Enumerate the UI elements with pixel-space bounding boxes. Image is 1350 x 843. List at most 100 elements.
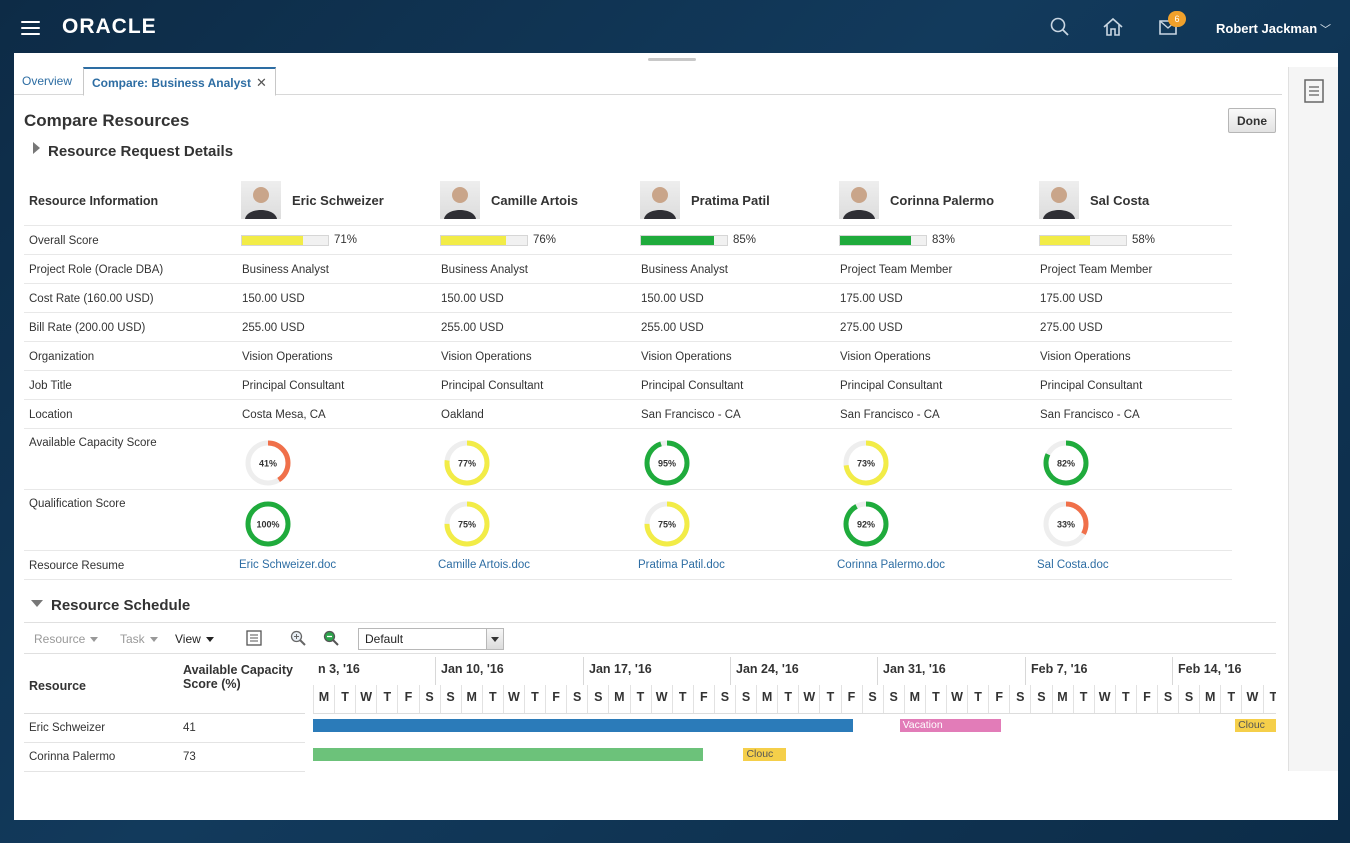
bill-value: 275.00 USD xyxy=(1040,322,1103,334)
collapse-icon xyxy=(31,600,43,607)
tab-compare-business-analyst[interactable]: Compare: Business Analyst ✕ xyxy=(83,67,276,96)
role-value: Business Analyst xyxy=(242,264,329,276)
close-icon[interactable]: ✕ xyxy=(256,75,267,90)
table-row[interactable]: Corinna Palermo 73 xyxy=(24,743,305,772)
day-label: S xyxy=(587,685,608,713)
resource-request-details-toggle[interactable]: Resource Request Details xyxy=(33,142,233,160)
day-label: W xyxy=(798,685,819,713)
avatar xyxy=(640,181,680,219)
gantt-bar[interactable] xyxy=(313,748,704,761)
cost-value: 150.00 USD xyxy=(441,293,504,305)
gantt-bar[interactable]: Clouc xyxy=(1235,719,1276,732)
search-icon[interactable] xyxy=(1049,16,1071,38)
resource-name: Sal Costa xyxy=(1090,193,1150,208)
day-label: M xyxy=(460,685,482,713)
resume-link[interactable]: Eric Schweizer.doc xyxy=(239,559,336,571)
schedule-toolbar: Resource Task View Default xyxy=(24,622,1276,654)
gantt-bar[interactable]: Clouc xyxy=(743,748,786,761)
done-button[interactable]: Done xyxy=(1228,108,1276,133)
zoom-in-icon[interactable] xyxy=(289,629,307,647)
job-value: Principal Consultant xyxy=(242,380,345,392)
task-menu[interactable]: Task xyxy=(120,632,158,646)
tab-label: Compare: Business Analyst xyxy=(92,76,251,90)
gantt-bar[interactable] xyxy=(313,719,854,732)
score-bar xyxy=(839,235,927,246)
menu-icon[interactable] xyxy=(21,21,40,35)
day-label: T xyxy=(376,685,397,713)
qualification-donut: 92% xyxy=(843,501,889,547)
gantt-chart: n 3, '16 Jan 10, '16 Jan 17, '16 Jan 24, '1… xyxy=(313,655,1276,773)
user-menu[interactable]: Robert Jackman xyxy=(1216,21,1317,36)
donut-percent: 75% xyxy=(458,520,476,530)
list-view-icon[interactable] xyxy=(245,629,263,647)
donut-percent: 100% xyxy=(256,520,279,530)
resume-link[interactable]: Sal Costa.doc xyxy=(1037,559,1109,571)
section-title: Resource Schedule xyxy=(51,597,191,614)
day-label: S xyxy=(439,685,461,713)
column-header-resource[interactable]: Resource xyxy=(29,679,86,693)
view-select[interactable]: Default xyxy=(358,628,504,650)
day-label: F xyxy=(397,685,418,713)
qualification-score-row: Qualification Score 100% 75% 75% 92% 33% xyxy=(24,490,1232,551)
table-row[interactable]: Eric Schweizer 41 xyxy=(24,714,305,743)
drag-handle[interactable] xyxy=(648,58,696,61)
resource-resume-row: Resource Resume Eric Schweizer.doc Camille… xyxy=(24,551,1232,580)
resource-header-row: Resource Information Eric Schweizer Camill… xyxy=(24,177,1232,226)
resume-link[interactable]: Corinna Palermo.doc xyxy=(837,559,945,571)
location-value: San Francisco - CA xyxy=(641,409,741,421)
resource-name: Camille Artois xyxy=(491,193,578,208)
day-label: F xyxy=(988,685,1009,713)
resource-menu[interactable]: Resource xyxy=(34,632,99,646)
week-label: Jan 31, '16 xyxy=(877,657,1025,685)
schedule-table-header: Resource Available Capacity Score (%) xyxy=(24,655,305,714)
tab-overview[interactable]: Overview xyxy=(14,67,80,96)
home-icon[interactable] xyxy=(1102,16,1124,38)
score-bar-fill xyxy=(641,236,715,245)
score-percent: 58% xyxy=(1132,234,1156,246)
section-title: Resource Request Details xyxy=(48,143,234,160)
oracle-logo: ORACLE xyxy=(62,15,157,38)
gantt-bar[interactable]: Vacation xyxy=(899,719,1001,732)
caret-down-icon xyxy=(149,637,158,642)
org-value: Vision Operations xyxy=(641,351,732,363)
cost-rate-row: Cost Rate (160.00 USD) 150.00 USD 150.00 U… xyxy=(24,284,1232,313)
day-label: T xyxy=(671,685,693,713)
column-header-capacity[interactable]: Available Capacity Score (%) xyxy=(183,663,293,691)
week-label: Jan 17, '16 xyxy=(583,657,730,685)
day-label: T xyxy=(924,685,946,713)
day-label: T xyxy=(629,685,651,713)
score-bar xyxy=(640,235,728,246)
tab-label: Overview xyxy=(22,74,73,88)
chevron-down-icon[interactable]: ﹀ xyxy=(1320,21,1331,37)
day-label: F xyxy=(545,685,566,713)
capacity-donut: 77% xyxy=(444,440,490,486)
row-label: Available Capacity Score xyxy=(29,437,157,449)
qualification-donut: 75% xyxy=(644,501,690,547)
day-label: T xyxy=(334,685,355,713)
zoom-out-icon[interactable] xyxy=(322,629,340,647)
day-label: F xyxy=(840,685,862,713)
resume-link[interactable]: Pratima Patil.doc xyxy=(638,559,725,571)
row-label: Resource Information xyxy=(29,194,159,208)
donut-percent: 41% xyxy=(259,459,277,469)
row-label: Overall Score xyxy=(29,235,99,247)
role-value: Business Analyst xyxy=(641,264,728,276)
day-label: W xyxy=(502,685,524,713)
resume-link[interactable]: Camille Artois.doc xyxy=(438,559,530,571)
qualification-donut: 100% xyxy=(245,501,291,547)
job-title-row: Job Title Principal Consultant Principal C… xyxy=(24,371,1232,400)
chevron-down-icon[interactable] xyxy=(486,629,503,649)
day-label: M xyxy=(1051,685,1073,713)
capacity-donut: 41% xyxy=(245,440,291,486)
week-label: n 3, '16 xyxy=(318,662,360,676)
capacity-donut: 73% xyxy=(843,440,889,486)
day-label: T xyxy=(524,685,545,713)
resource-schedule-toggle[interactable]: Resource Schedule xyxy=(31,597,190,614)
document-icon[interactable] xyxy=(1303,79,1325,103)
top-bar: ORACLE 6 Robert Jackman ﹀ xyxy=(0,0,1350,53)
day-label: S xyxy=(1030,685,1051,713)
project-role-row: Project Role (Oracle DBA) Business Analys… xyxy=(24,255,1232,284)
location-value: San Francisco - CA xyxy=(1040,409,1140,421)
view-menu[interactable]: View xyxy=(175,632,214,646)
job-value: Principal Consultant xyxy=(641,380,744,392)
